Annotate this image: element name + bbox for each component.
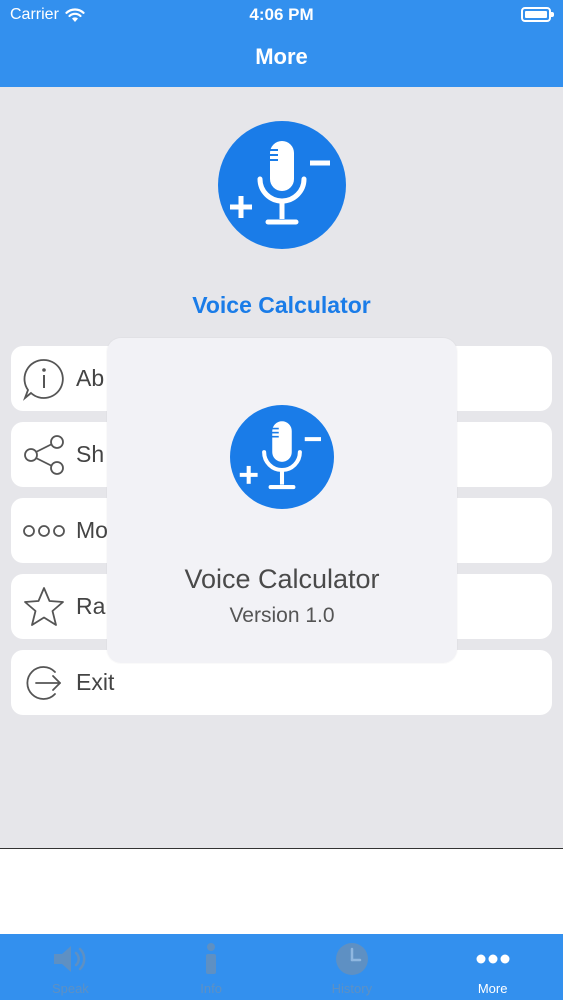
clock-icon xyxy=(335,942,369,976)
app-logo xyxy=(218,121,346,249)
info-circle-icon xyxy=(22,357,66,401)
star-icon xyxy=(22,585,66,629)
tab-history[interactable]: History xyxy=(282,934,423,1000)
tab-label: Info xyxy=(200,981,222,996)
app-name: Voice Calculator xyxy=(192,292,371,318)
popup-app-logo xyxy=(230,405,334,509)
info-icon xyxy=(204,942,218,976)
exit-icon xyxy=(22,661,66,705)
page-title: More xyxy=(255,44,308,69)
status-bar: Carrier 4:06 PM xyxy=(0,0,563,30)
menu-item-label: Exit xyxy=(76,669,115,695)
banner-area xyxy=(0,848,563,934)
popup-title: Voice Calculator xyxy=(184,564,380,594)
speaker-icon xyxy=(52,942,88,976)
tab-more[interactable]: More xyxy=(422,934,563,1000)
tab-label: Speak xyxy=(51,981,89,996)
about-popup[interactable]: Voice Calculator Version 1.0 xyxy=(107,338,457,663)
tab-label: More xyxy=(477,981,508,996)
microphone-plus-minus-icon xyxy=(239,421,321,490)
menu-item-label: Sh xyxy=(76,441,105,467)
microphone-plus-minus-icon xyxy=(230,141,330,225)
popup-version: Version 1.0 xyxy=(229,604,335,627)
status-time: 4:06 PM xyxy=(249,5,314,24)
menu-item-label: Ra xyxy=(76,593,106,619)
more-dots-icon xyxy=(22,509,66,553)
menu-item-label: Mo xyxy=(76,517,108,543)
tab-speak[interactable]: Speak xyxy=(0,934,141,1000)
battery-icon xyxy=(521,7,554,22)
menu-item-label: Ab xyxy=(76,365,105,391)
tab-info[interactable]: Info xyxy=(141,934,282,1000)
more-icon xyxy=(475,942,511,976)
tab-bar: Speak Info History More xyxy=(0,934,563,1000)
tab-label: History xyxy=(331,981,373,996)
share-icon xyxy=(22,433,66,477)
top-bar: Carrier 4:06 PM More xyxy=(0,0,563,87)
